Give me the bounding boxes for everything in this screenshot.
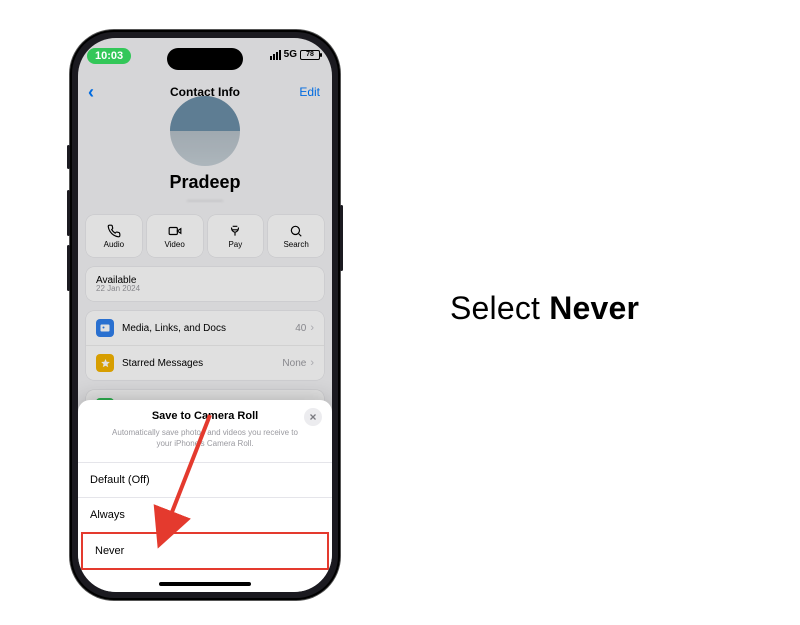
close-button[interactable] [304, 408, 322, 426]
option-never[interactable]: Never [81, 532, 329, 570]
instruction-caption: Select Never [450, 290, 639, 327]
volume-down-button [67, 245, 70, 291]
network-label: 5G [284, 49, 297, 60]
side-button [67, 145, 70, 169]
dynamic-island [167, 48, 243, 70]
power-button [340, 205, 343, 271]
phone-frame: 10:03 5G 78 ‹ Contact Info Edit Pradeep … [70, 30, 340, 600]
close-icon [308, 412, 318, 422]
option-always[interactable]: Always [78, 497, 332, 532]
battery-icon: 78 [300, 50, 320, 60]
signal-icon [270, 50, 281, 60]
volume-up-button [67, 190, 70, 236]
status-time: 10:03 [87, 48, 131, 64]
option-default[interactable]: Default (Off) [78, 462, 332, 497]
home-indicator[interactable] [159, 582, 251, 586]
caption-pre: Select [450, 290, 549, 326]
sheet-description: Automatically save photos and videos you… [78, 428, 332, 462]
sheet-title: Save to Camera Roll [152, 410, 258, 422]
phone-screen: 10:03 5G 78 ‹ Contact Info Edit Pradeep … [78, 38, 332, 592]
caption-bold: Never [549, 290, 639, 326]
save-camera-roll-sheet: Save to Camera Roll Automatically save p… [78, 400, 332, 592]
